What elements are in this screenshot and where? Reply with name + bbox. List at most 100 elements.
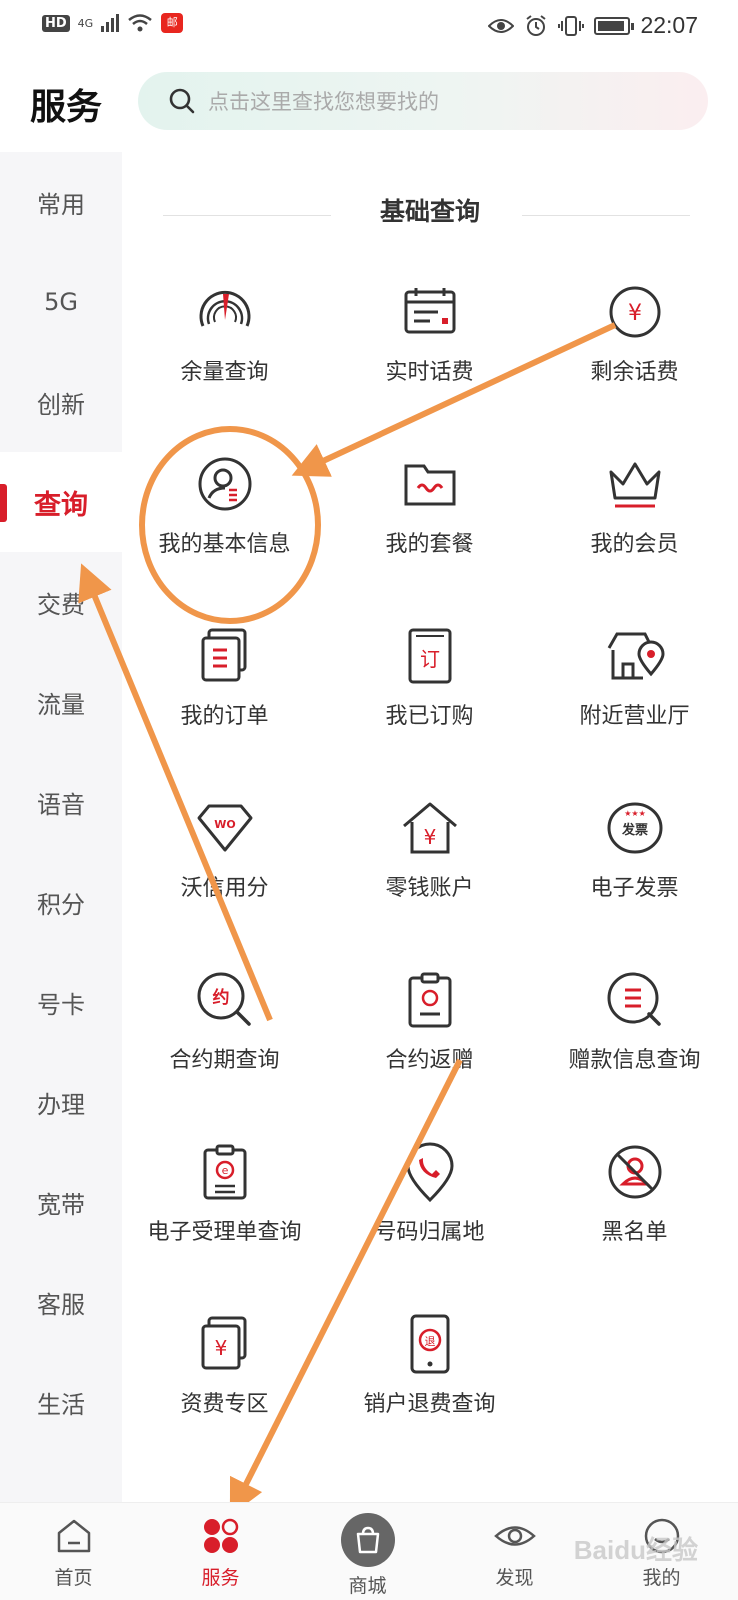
section-title: 基础查询 [379, 197, 480, 226]
nav-service[interactable]: 服务 [147, 1503, 294, 1600]
grid-item-number-location[interactable]: 号码归属地 [327, 1140, 532, 1290]
nav-mall[interactable]: 商城 [294, 1503, 441, 1600]
svg-text:e: e [221, 1164, 228, 1177]
network-type: 4G [77, 16, 94, 30]
sidebar-item-5g[interactable]: 5G [0, 252, 122, 352]
svg-text:WO: WO [214, 818, 235, 831]
grid-label: 资费专区 [180, 1392, 269, 1417]
grid-label: 我的套餐 [385, 532, 474, 557]
grid-label: 黑名单 [601, 1220, 668, 1245]
sidebar-item-life[interactable]: 生活 [0, 1352, 122, 1452]
sidebar-item-voice[interactable]: 语音 [0, 752, 122, 852]
grid-item-nearby-store[interactable]: 附近营业厅 [532, 624, 737, 774]
wifi-icon [128, 14, 152, 32]
page-title: 服务 [30, 87, 103, 128]
grid-item-grant-info[interactable]: 赠款信息查询 [532, 968, 737, 1118]
sidebar-item-sim[interactable]: 号卡 [0, 952, 122, 1052]
grid-item-realtime-bill[interactable]: 实时话费 [327, 280, 532, 430]
grid-label: 剩余话费 [590, 360, 679, 385]
grid-label: 电子受理单查询 [147, 1220, 302, 1245]
sidebar-item-payment[interactable]: 交费 [0, 552, 122, 652]
grid-item-remaining-bill[interactable]: ¥ 剩余话费 [532, 280, 737, 430]
home-icon [57, 1519, 90, 1553]
store-location-icon [603, 624, 667, 688]
mall-button [340, 1513, 395, 1567]
clock: 22:07 [640, 12, 698, 38]
signal-icon [101, 14, 120, 32]
grid-item-membership[interactable]: 我的会员 [532, 452, 737, 602]
contract-search-icon: 约 [193, 968, 257, 1032]
diamond-wo-icon: WO [193, 796, 257, 860]
nav-discover[interactable]: 发现 [441, 1503, 588, 1600]
sidebar-item-data[interactable]: 流量 [0, 652, 122, 752]
search-bar[interactable]: 点击这里查找您想要找的 [138, 72, 708, 130]
grid-item-my-orders[interactable]: 我的订单 [122, 624, 327, 774]
grid-item-contract-period[interactable]: 约 合约期查询 [122, 968, 327, 1118]
grid-item-refund-query[interactable]: 退 销户退费查询 [327, 1312, 532, 1462]
folder-wo-icon [398, 452, 462, 516]
grid-item-e-receipt[interactable]: e 电子受理单查询 [122, 1140, 327, 1290]
svg-text:订: 订 [420, 647, 440, 671]
nav-home[interactable]: 首页 [0, 1503, 147, 1600]
tariff-icon: ¥ [193, 1312, 257, 1376]
eye-comfort-icon [488, 18, 515, 33]
invoice-icon: 发票 ★★★ [603, 796, 667, 860]
order-list-icon [193, 624, 257, 688]
shopping-bag-icon [356, 1526, 379, 1554]
bill-icon [398, 280, 462, 344]
sidebar-item-query[interactable]: 查询 [0, 452, 122, 552]
sidebar-item-service[interactable]: 客服 [0, 1252, 122, 1352]
grid-label: 实时话费 [385, 360, 474, 385]
refund-phone-icon: 退 [398, 1312, 462, 1376]
subscribed-icon: 订 [398, 624, 462, 688]
crown-icon [603, 452, 667, 516]
status-right: 22:07 [488, 12, 698, 39]
phone-location-icon [398, 1140, 462, 1204]
grid-label: 余量查询 [180, 360, 269, 385]
watermark: Baidu经验 [573, 1535, 698, 1565]
gauge-icon [193, 280, 257, 344]
grid-label: 我的会员 [590, 532, 679, 557]
sidebar-item-common[interactable]: 常用 [0, 152, 122, 252]
contract-return-icon [398, 968, 462, 1032]
search-icon [169, 88, 195, 114]
search-placeholder: 点击这里查找您想要找的 [208, 90, 439, 114]
grid-item-basic-info[interactable]: 我的基本信息 [122, 452, 327, 602]
grid-item-contract-return[interactable]: 合约返赠 [327, 968, 532, 1118]
grid-item-subscribed[interactable]: 订 我已订购 [327, 624, 532, 774]
alarm-icon [526, 14, 547, 36]
grid-item-e-invoice[interactable]: 发票 ★★★ 电子发票 [532, 796, 737, 946]
grid-item-change-account[interactable]: ¥ 零钱账户 [327, 796, 532, 946]
sidebar-item-broadband[interactable]: 宽带 [0, 1152, 122, 1252]
grid-item-blacklist[interactable]: 黑名单 [532, 1140, 737, 1290]
list-search-icon [603, 968, 667, 1032]
grid-item-my-plan[interactable]: 我的套餐 [327, 452, 532, 602]
vibrate-icon [558, 15, 585, 36]
yuan-coin-icon: ¥ [603, 280, 667, 344]
status-bar: HD 4G 邮 22:07 [0, 0, 738, 52]
nav-label: 发现 [495, 1567, 534, 1589]
grid-item-balance-query[interactable]: 余量查询 [122, 280, 327, 430]
nav-label: 商城 [348, 1575, 387, 1597]
grid-item-credit-score[interactable]: WO 沃信用分 [122, 796, 327, 946]
sidebar-item-points[interactable]: 积分 [0, 852, 122, 952]
clipboard-e-icon: e [193, 1140, 257, 1204]
svg-text:¥: ¥ [628, 301, 642, 326]
nav-label: 我的 [642, 1567, 681, 1589]
svg-text:退: 退 [424, 1335, 435, 1348]
sidebar-item-handle[interactable]: 办理 [0, 1052, 122, 1152]
grid-label: 附近营业厅 [579, 704, 690, 729]
grid-label: 沃信用分 [180, 876, 269, 901]
service-icon [203, 1518, 238, 1553]
hd-badge: HD [42, 14, 70, 32]
user-info-icon [193, 452, 257, 516]
grid-label: 我已订购 [385, 704, 474, 729]
battery-icon [594, 16, 635, 35]
grid-item-tariff-zone[interactable]: ¥ 资费专区 [122, 1312, 327, 1462]
grid-label: 电子发票 [590, 876, 679, 901]
svg-text:¥: ¥ [214, 1336, 227, 1360]
sidebar-item-innovation[interactable]: 创新 [0, 352, 122, 452]
svg-text:★★★: ★★★ [624, 809, 646, 818]
grid-label: 赠款信息查询 [568, 1048, 701, 1073]
blocked-user-icon [603, 1140, 667, 1204]
